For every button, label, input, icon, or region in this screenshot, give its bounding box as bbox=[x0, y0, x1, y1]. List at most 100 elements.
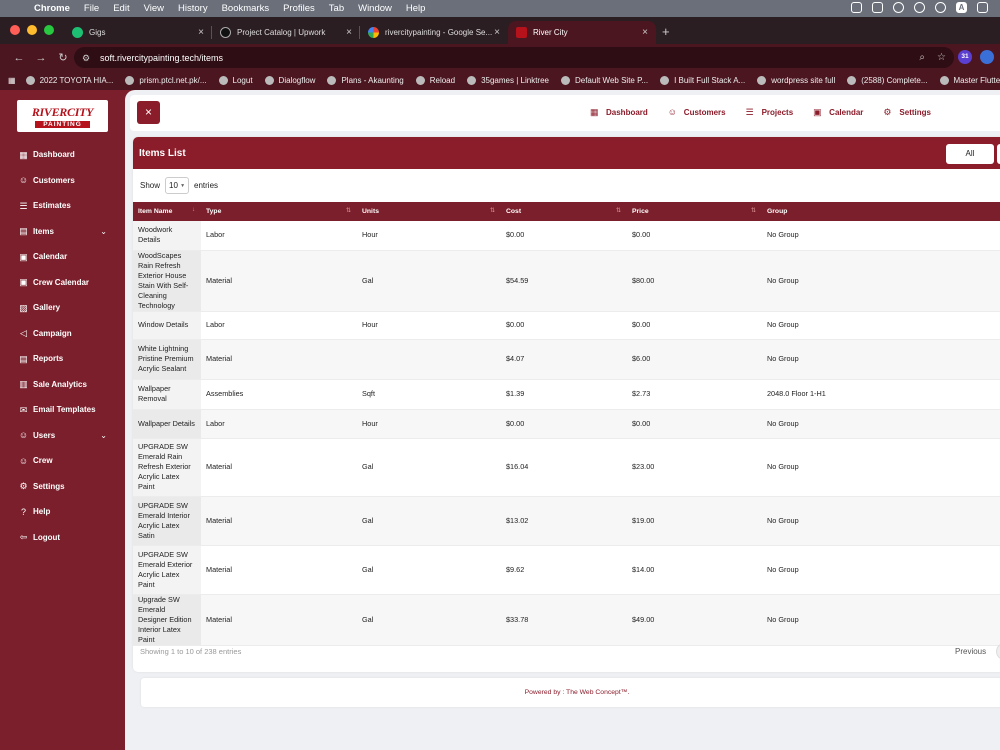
column-header-cost[interactable]: Cost ⇅ bbox=[501, 202, 627, 221]
table-row[interactable]: UPGRADE SW Emerald Exterior Acrylic Late… bbox=[133, 545, 1000, 595]
column-header-item-name[interactable]: Item Name ↓ bbox=[133, 202, 201, 221]
tab-gigs[interactable]: Gigs × bbox=[64, 21, 212, 44]
column-header-units[interactable]: Units ⇅ bbox=[357, 202, 501, 221]
bookmark-item[interactable]: Master Flutter bbox=[939, 76, 1000, 85]
sidebar-item-calendar[interactable]: ▣ Calendar bbox=[0, 244, 125, 270]
filter-all-button[interactable]: All bbox=[946, 144, 994, 164]
topnav-settings[interactable]: ⚙ Settings bbox=[883, 107, 931, 117]
top-navbar: × ▦ Dashboard ☺ Customers ☰ Projects ▣ Calen… bbox=[130, 95, 1000, 131]
bookmark-item[interactable]: prism.ptcl.net.pk/... bbox=[125, 76, 207, 85]
extension-status-icon[interactable] bbox=[872, 2, 883, 13]
site-info-icon[interactable]: ⚙ bbox=[82, 53, 92, 63]
minimize-window-icon[interactable] bbox=[27, 25, 37, 35]
shield-icon[interactable] bbox=[851, 2, 862, 13]
url-text[interactable]: soft.rivercitypainting.tech/items bbox=[100, 53, 223, 63]
account-icon[interactable] bbox=[935, 2, 946, 13]
menu-edit[interactable]: Edit bbox=[113, 3, 129, 14]
tab-upwork[interactable]: Project Catalog | Upwork × bbox=[212, 21, 360, 44]
list-icon: ☰ bbox=[745, 107, 754, 117]
new-tab-icon[interactable]: + bbox=[656, 24, 680, 44]
extension-icon[interactable] bbox=[980, 50, 994, 64]
topnav-calendar[interactable]: ▣ Calendar bbox=[813, 107, 863, 117]
close-tab-icon[interactable]: × bbox=[198, 27, 204, 38]
bookmark-item[interactable]: Dialogflow bbox=[264, 76, 315, 85]
input-source-icon[interactable]: A bbox=[956, 2, 967, 13]
tab-google-search[interactable]: rivercitypainting - Google Se... × bbox=[360, 21, 508, 44]
sidebar-item-dashboard[interactable]: ▦ Dashboard bbox=[0, 142, 125, 168]
sidebar-item-crew[interactable]: ☺ Crew bbox=[0, 448, 125, 474]
table-row[interactable]: UPGRADE SW Emerald Rain Refresh Exterior… bbox=[133, 438, 1000, 497]
bookmark-item[interactable]: Plans - Akaunting bbox=[327, 76, 404, 85]
topnav-projects[interactable]: ☰ Projects bbox=[746, 107, 794, 117]
forward-icon[interactable]: → bbox=[30, 52, 52, 64]
sidebar-item-sale-analytics[interactable]: ▥ Sale Analytics bbox=[0, 372, 125, 398]
bookmark-item[interactable]: Reload bbox=[415, 76, 455, 85]
sidebar-item-gallery[interactable]: ▨ Gallery bbox=[0, 295, 125, 321]
entries-select[interactable]: 10 ▼ bbox=[165, 177, 190, 194]
chevron-down-icon[interactable]: ⌄ bbox=[100, 227, 107, 236]
column-header-type[interactable]: Type ⇅ bbox=[201, 202, 357, 221]
bookmark-item[interactable]: Default Web Site P... bbox=[560, 76, 648, 85]
table-row[interactable]: White Lightning Pristine Premium Acrylic… bbox=[133, 339, 1000, 380]
sidebar-item-logout[interactable]: ⇦ Logout bbox=[0, 525, 125, 551]
apple-icon[interactable] bbox=[12, 3, 22, 15]
sidebar-item-estimates[interactable]: ☰ Estimates bbox=[0, 193, 125, 219]
topnav-dashboard[interactable]: ▦ Dashboard bbox=[590, 107, 648, 117]
menu-tab[interactable]: Tab bbox=[329, 3, 344, 14]
sidebar-item-help[interactable]: ? Help bbox=[0, 499, 125, 525]
menu-help[interactable]: Help bbox=[406, 3, 426, 14]
bookmark-star-icon[interactable]: ☆ bbox=[937, 52, 946, 63]
sidebar-item-settings[interactable]: ⚙ Settings bbox=[0, 474, 125, 500]
column-header-price[interactable]: Price ⇅ bbox=[627, 202, 762, 221]
menu-history[interactable]: History bbox=[178, 3, 208, 14]
play-icon[interactable] bbox=[893, 2, 904, 13]
menu-window[interactable]: Window bbox=[358, 3, 392, 14]
sidebar-item-email-templates[interactable]: ✉ Email Templates bbox=[0, 397, 125, 423]
control-center-icon[interactable] bbox=[977, 2, 988, 13]
record-icon[interactable] bbox=[914, 2, 925, 13]
table-row[interactable]: WoodScapes Rain Refresh Exterior House S… bbox=[133, 250, 1000, 312]
bookmark-item[interactable]: (2588) Complete... bbox=[847, 76, 928, 85]
back-icon[interactable]: ← bbox=[8, 52, 30, 64]
previous-page-button[interactable]: Previous bbox=[955, 647, 986, 656]
sidebar-item-customers[interactable]: ☺ Customers bbox=[0, 168, 125, 194]
sidebar-item-items[interactable]: ▤ Items ⌄ bbox=[0, 219, 125, 245]
close-tab-icon[interactable]: × bbox=[494, 27, 500, 38]
menu-view[interactable]: View bbox=[144, 3, 164, 14]
bookmark-item[interactable]: Logut bbox=[218, 76, 253, 85]
address-bar[interactable]: ⚙ soft.rivercitypainting.tech/items ⌕ ☆ bbox=[74, 47, 954, 68]
close-tab-icon[interactable]: × bbox=[346, 27, 352, 38]
menu-profiles[interactable]: Profiles bbox=[283, 3, 315, 14]
table-row[interactable]: UPGRADE SW Emerald Interior Acrylic Late… bbox=[133, 496, 1000, 546]
menu-app-name[interactable]: Chrome bbox=[34, 3, 70, 14]
zoom-icon[interactable]: ⌕ bbox=[919, 52, 925, 63]
rivercity-logo[interactable]: RIVERCITY PAINTING bbox=[17, 100, 108, 132]
bookmark-item[interactable]: 2022 TOYOTA HIA... bbox=[25, 76, 113, 85]
page-button[interactable] bbox=[996, 643, 1000, 660]
table-row[interactable]: Wallpaper Removal Assemblies Sqft $1.39 $2.7… bbox=[133, 379, 1000, 410]
chevron-down-icon[interactable]: ⌄ bbox=[100, 431, 107, 440]
apps-grid-icon[interactable]: ▦ bbox=[8, 76, 16, 85]
sidebar-item-campaign[interactable]: ◁ Campaign bbox=[0, 321, 125, 347]
close-button[interactable]: × bbox=[137, 101, 160, 124]
bookmark-item[interactable]: wordpress site full bbox=[757, 76, 835, 85]
reload-icon[interactable]: ↻ bbox=[52, 51, 74, 64]
calendar-extension-icon[interactable]: 31 bbox=[958, 50, 972, 64]
close-window-icon[interactable] bbox=[10, 25, 20, 35]
tab-river-city[interactable]: River City × bbox=[508, 21, 656, 44]
table-row[interactable]: Upgrade SW Emerald Designer Edition Inte… bbox=[133, 594, 1000, 646]
zoom-window-icon[interactable] bbox=[44, 25, 54, 35]
table-row[interactable]: Window Details Labor Hour $0.00 $0.00 No Grou… bbox=[133, 311, 1000, 340]
table-row[interactable]: Wallpaper Details Labor Hour $0.00 $0.00 No G… bbox=[133, 409, 1000, 439]
menu-file[interactable]: File bbox=[84, 3, 99, 14]
sidebar-item-crew-calendar[interactable]: ▣ Crew Calendar bbox=[0, 270, 125, 296]
close-tab-icon[interactable]: × bbox=[642, 27, 648, 38]
sidebar-item-users[interactable]: ☺ Users ⌄ bbox=[0, 423, 125, 449]
menu-bookmarks[interactable]: Bookmarks bbox=[222, 3, 270, 14]
bookmark-item[interactable]: I Built Full Stack A... bbox=[660, 76, 745, 85]
bookmark-item[interactable]: 35games | Linktree bbox=[467, 76, 549, 85]
table-row[interactable]: Woodwork Details Labor Hour $0.00 $0.00 No Gr… bbox=[133, 221, 1000, 251]
sidebar-item-reports[interactable]: ▤ Reports bbox=[0, 346, 125, 372]
column-header-group[interactable]: Group bbox=[762, 202, 1000, 221]
topnav-customers[interactable]: ☺ Customers bbox=[668, 107, 726, 117]
